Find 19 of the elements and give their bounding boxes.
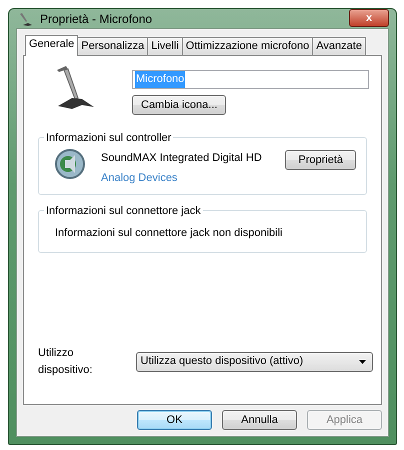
jack-message: Informazioni sul connettore jack non disponibili (55, 227, 282, 239)
usage-label: Utilizzo dispositivo: (38, 346, 94, 378)
tab[interactable]: Personalizza (77, 37, 148, 55)
tab[interactable]: Generale (25, 35, 78, 56)
group-title: Informazioni sul connettore jack (44, 203, 203, 220)
change-icon-button[interactable]: Cambia icona... (132, 95, 226, 115)
tab[interactable]: Avanzate (312, 37, 366, 55)
vendor-link[interactable]: Analog Devices (101, 170, 262, 186)
tab[interactable]: Ottimizzazione microfono (182, 37, 314, 55)
properties-button[interactable]: Proprietà (285, 150, 356, 170)
dialog-button[interactable]: OK (137, 410, 212, 430)
microphone-icon (18, 10, 34, 26)
window-title: Proprietà - Microfono (40, 10, 152, 28)
controller-name: SoundMAX Integrated Digital HD (101, 151, 262, 166)
speaker-icon (53, 148, 87, 180)
tab[interactable]: Livelli (147, 37, 183, 55)
usage-dropdown[interactable]: Utilizza questo dispositivo (attivo) (136, 352, 373, 372)
dropdown-arrow-icon (359, 360, 366, 364)
dialog-button[interactable]: Annulla (222, 410, 297, 430)
